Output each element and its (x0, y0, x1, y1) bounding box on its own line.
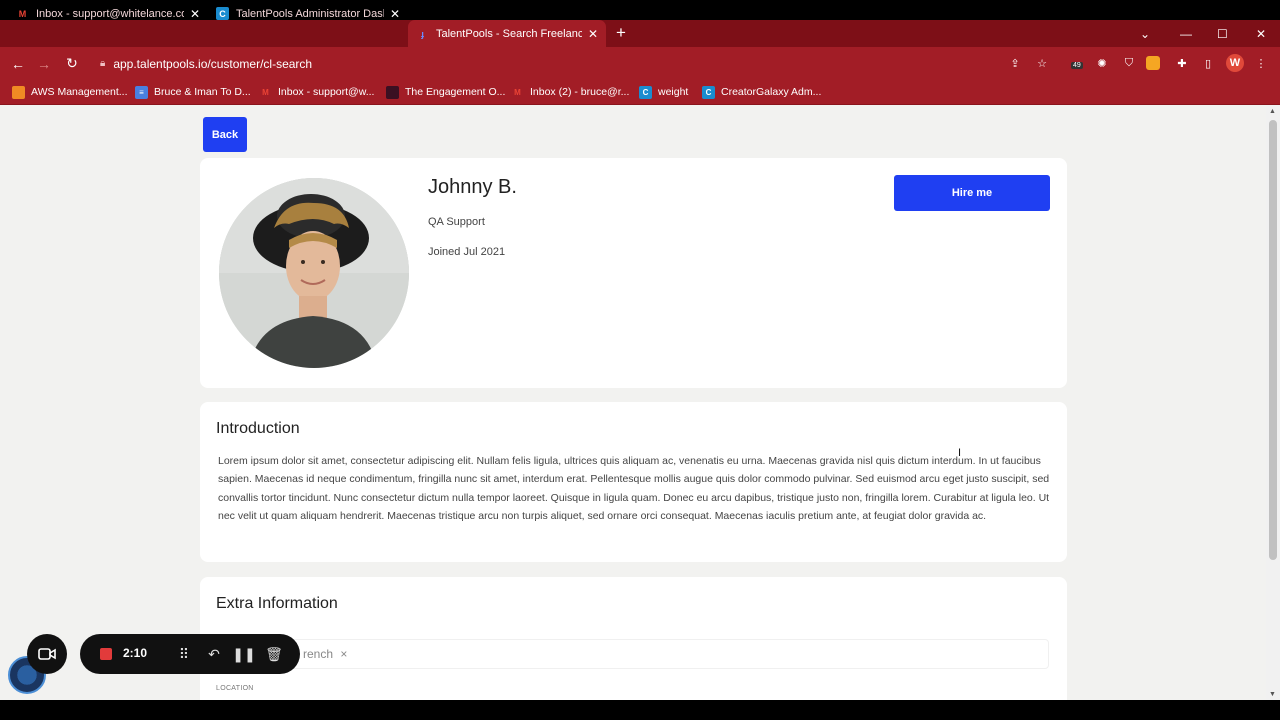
freelancer-role: QA Support (428, 216, 485, 228)
talentpools-f-icon: ɟ (421, 28, 424, 39)
bookmark-inbox-bruce[interactable]: M Inbox (2) - bruce@r... (511, 80, 629, 104)
bookmark-label: The Engagement O... (405, 86, 506, 98)
bookmark-label: CreatorGalaxy Adm... (721, 86, 822, 98)
lock-icon: 🔒︎ (100, 58, 106, 69)
page-viewport: Back Johnny B. QA Support Joined Jul 202… (0, 105, 1280, 700)
bookmark-weight[interactable]: C weight (639, 80, 688, 104)
engagement-icon (386, 85, 399, 99)
tab-title: TalentPools Administrator Dashb (236, 7, 384, 20)
gmail-icon: M (262, 87, 269, 97)
location-label: LOCATION (216, 685, 254, 692)
shield-extension-icon[interactable]: ⛉ (1120, 54, 1138, 72)
introduction-text: Lorem ipsum dolor sit amet, consectetur … (218, 455, 1050, 523)
scroll-down-icon[interactable]: ▼ (1269, 691, 1276, 698)
stop-recording-button[interactable] (100, 648, 112, 660)
bookmark-star-icon[interactable]: ☆ (1033, 54, 1051, 72)
avatar-photo (219, 178, 409, 368)
aws-icon (12, 85, 25, 99)
camera-icon (38, 648, 56, 660)
kebab-menu-icon[interactable]: ⋮ (1252, 54, 1270, 72)
undo-icon[interactable]: ↶ (205, 644, 223, 664)
extra-information-card: Extra Information rench × LOCATION (200, 577, 1067, 700)
bookmark-inbox-support[interactable]: M Inbox - support@w... (259, 80, 374, 104)
back-button[interactable]: Back (203, 117, 247, 152)
talentpools-c-icon: C (639, 85, 652, 99)
back-arrow-icon[interactable]: ← (8, 47, 28, 80)
extra-information-title: Extra Information (216, 595, 338, 612)
trash-icon[interactable]: 🗑︎ (265, 644, 283, 664)
bookmarks-bar: AWS Management... ≡ Bruce & Iman To D...… (0, 80, 1280, 105)
url-bar[interactable]: 🔒︎ app.talentpools.io/customer/cl-search (90, 51, 1060, 76)
puzzle-extensions-icon[interactable]: ✚ (1173, 54, 1191, 72)
close-window-icon[interactable]: ✕ (1256, 20, 1266, 47)
hire-me-button[interactable]: Hire me (894, 175, 1050, 211)
forward-arrow-icon[interactable]: → (34, 47, 54, 80)
bookmark-label: weight (658, 86, 689, 98)
grid-dots-icon[interactable]: ⠿ (175, 644, 193, 664)
bookmark-label: AWS Management... (31, 86, 128, 98)
extension-badge: 49 (1071, 62, 1083, 69)
bookmark-label: Bruce & Iman To D... (154, 86, 251, 98)
url-text: app.talentpools.io/customer/cl-search (113, 56, 313, 71)
bookmark-todo[interactable]: ≡ Bruce & Iman To D... (135, 80, 251, 104)
maximize-icon[interactable]: ☐ (1217, 20, 1228, 47)
new-tab-plus-icon[interactable]: + (616, 23, 626, 43)
gmail-icon: M (514, 87, 521, 97)
bookmark-creatorgalaxy[interactable]: C CreatorGalaxy Adm... (702, 80, 821, 104)
bookmark-engagement[interactable]: The Engagement O... (386, 80, 505, 104)
reload-icon[interactable]: ↻ (62, 47, 82, 80)
scrollbar-thumb[interactable] (1269, 120, 1277, 560)
extension-colorwheel-icon[interactable]: ✺ (1093, 54, 1111, 72)
introduction-title: Introduction (216, 420, 300, 437)
freelancer-name: Johnny B. (428, 176, 517, 198)
tab-title: Inbox - support@whitelance.co (36, 7, 184, 20)
side-panel-icon[interactable]: ▯ (1199, 54, 1217, 72)
bookmark-label: Inbox (2) - bruce@r... (530, 86, 630, 98)
tab-search-chevron-icon[interactable]: ⌄ (1140, 20, 1150, 47)
profile-avatar[interactable]: W (1226, 54, 1244, 72)
address-toolbar: ← → ↻ 🔒︎ app.talentpools.io/customer/cl-… (0, 47, 1280, 80)
page-scrollbar[interactable]: ▲ ▼ (1266, 105, 1280, 700)
joined-date: Joined Jul 2021 (428, 246, 506, 258)
docs-icon: ≡ (135, 85, 148, 99)
extension-orange-icon[interactable] (1146, 56, 1160, 70)
pause-icon[interactable]: ❚❚ (232, 644, 255, 664)
tab-talentpools-search[interactable]: ɟ TalentPools - Search Freelancers ✕ (408, 20, 606, 47)
minimize-icon[interactable]: — (1180, 20, 1192, 47)
recording-controls: 2:10 ⠿ ↶ ❚❚ 🗑︎ (80, 634, 300, 674)
close-tab-icon[interactable]: ✕ (190, 7, 200, 21)
tab-title: TalentPools - Search Freelancers (436, 27, 582, 40)
share-icon[interactable]: ⇪ (1006, 54, 1024, 72)
scroll-up-icon[interactable]: ▲ (1269, 108, 1276, 115)
bookmark-label: Inbox - support@w... (278, 86, 375, 98)
text-cursor-icon: I (958, 447, 962, 459)
close-tab-icon[interactable]: ✕ (588, 27, 598, 41)
language-chip[interactable]: rench × (303, 647, 347, 661)
remove-chip-icon[interactable]: × (340, 647, 347, 661)
gmail-icon: M (18, 8, 27, 19)
talentpools-c-icon: C (702, 85, 715, 99)
language-chip-label: rench (303, 647, 334, 661)
talentpools-c-icon: C (216, 7, 229, 20)
close-tab-icon[interactable]: ✕ (390, 7, 400, 21)
introduction-card: Introduction Lorem ipsum dolor sit amet,… (200, 402, 1067, 562)
extension-counter-icon[interactable]: 49 (1067, 54, 1085, 72)
tab-talentpools-admin[interactable]: C TalentPools Administrator Dashb ✕ (208, 0, 408, 27)
bookmark-aws[interactable]: AWS Management... (12, 80, 127, 104)
profile-card: Johnny B. QA Support Joined Jul 2021 Hir… (200, 158, 1067, 388)
recording-timer: 2:10 (123, 646, 148, 660)
freelancer-avatar (219, 178, 409, 368)
tab-gmail-inbox[interactable]: M Inbox - support@whitelance.co ✕ (8, 0, 208, 27)
camera-toggle-button[interactable] (27, 634, 67, 674)
